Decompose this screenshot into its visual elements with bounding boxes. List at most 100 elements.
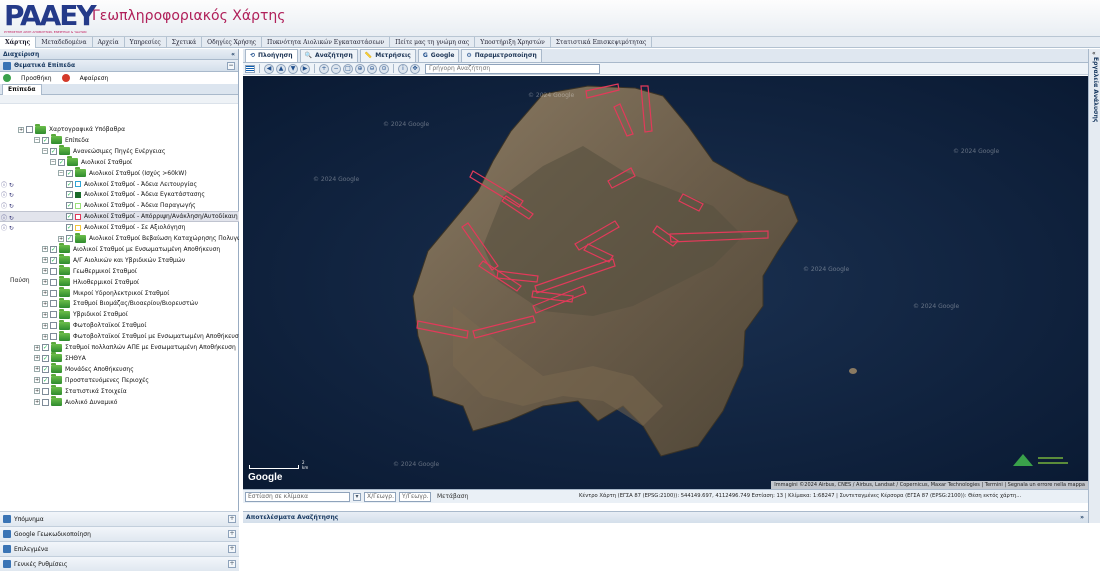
layer-checkbox[interactable] (50, 278, 57, 286)
layer-row[interactable]: ⓘ ↻ ✓ Αιολικοί Σταθμοί - Απόρριψη/Ανάκληση… (0, 211, 239, 223)
zoom-out-icon[interactable]: − (331, 63, 341, 74)
menu-item-4[interactable]: Σχετικά (167, 36, 203, 48)
zoom-box-icon[interactable]: □ (343, 63, 353, 74)
layer-checkbox[interactable]: ✓ (66, 169, 73, 177)
add-layer-button[interactable]: Προσθήκη (21, 75, 52, 82)
map-tab-2[interactable]: 📏 Μετρήσεις (359, 49, 416, 62)
layer-checkbox[interactable]: ✓ (50, 256, 57, 264)
layer-checkbox[interactable]: ✓ (50, 147, 57, 155)
layer-row[interactable]: ⓘ ↻ ✓ Αιολικοί Σταθμοί - Άδεια Λειτουργίας (0, 179, 239, 190)
layer-checkbox[interactable]: ✓ (42, 354, 49, 362)
accordion-item[interactable]: Υπόμνημα + (0, 511, 239, 526)
menu-item-0[interactable]: Χάρτης (0, 36, 37, 48)
expand-toggle-icon[interactable]: + (42, 300, 48, 307)
layer-info-icon[interactable]: ⓘ ↻ (1, 213, 14, 222)
layer-checkbox[interactable] (42, 387, 49, 395)
forward-icon[interactable]: ▶ (300, 63, 310, 74)
layer-row[interactable]: + Αιολικό Δυναμικό (0, 396, 239, 408)
layer-checkbox[interactable] (50, 300, 57, 308)
accordion-item[interactable]: Google Γεωκωδικοποίηση + (0, 526, 239, 541)
remove-layer-button[interactable]: Αφαίρεση (80, 75, 109, 82)
expand-toggle-icon[interactable]: + (42, 322, 48, 329)
expand-results-button[interactable]: » (1080, 514, 1084, 521)
menu-item-7[interactable]: Πείτε μας τη γνώμη σας (390, 36, 476, 48)
expand-toggle-icon[interactable]: − (50, 159, 56, 166)
layer-row[interactable]: ⓘ ↻ ✓ Αιολικοί Σταθμοί - Άδεια Παραγωγής (0, 200, 239, 211)
layer-row[interactable]: ⓘ ↻ ✓ Αιολικοί Σταθμοί - Άδεια Εγκατάσταση… (0, 189, 239, 200)
accordion-item[interactable]: Γενικές Ρυθμίσεις + (0, 556, 239, 571)
tab-layers[interactable]: Επίπεδα (2, 83, 42, 95)
layer-checkbox[interactable]: ✓ (42, 376, 49, 384)
expand-toggle-icon[interactable]: + (42, 257, 48, 264)
expand-toggle-icon[interactable]: + (42, 311, 48, 318)
up-icon[interactable]: ▲ (276, 63, 286, 74)
menu-item-5[interactable]: Οδηγίες Χρήσης (202, 36, 263, 48)
expand-toggle-icon[interactable]: + (34, 377, 40, 384)
layer-checkbox[interactable]: ✓ (66, 202, 73, 210)
info-icon[interactable]: i (398, 63, 408, 74)
expand-toggle-icon[interactable]: − (58, 170, 64, 177)
expand-toggle-icon[interactable]: + (42, 246, 48, 253)
layer-row[interactable]: ⓘ ↻ ✓ Αιολικοί Σταθμοί - Σε Αξιολόγηση (0, 222, 239, 233)
down-icon[interactable]: ▼ (288, 63, 298, 74)
zoom-scale-select[interactable]: Εστίαση σε κλίμακα (245, 491, 350, 502)
expand-toggle-icon[interactable]: + (34, 355, 40, 362)
expand-right-button[interactable]: « (1092, 50, 1096, 57)
expand-toggle-icon[interactable]: + (58, 235, 64, 242)
accordion-expand-button[interactable]: + (228, 545, 236, 553)
menu-item-3[interactable]: Υπηρεσίες (125, 36, 167, 48)
map-tab-0[interactable]: ⟲ Πλοήγηση (245, 49, 298, 62)
zoom-next-icon[interactable]: ⊙ (379, 63, 389, 74)
layer-row[interactable]: + ✓ Μονάδες Αποθήκευσης (0, 363, 239, 375)
map-tab-3[interactable]: G Google (417, 49, 460, 62)
zoom-extent-icon[interactable]: ⊕ (355, 63, 365, 74)
layer-checkbox[interactable]: ✓ (42, 136, 49, 144)
layer-row[interactable]: − ✓ Αιολικοί Σταθμοί (Ισχύς >60kW) (0, 167, 239, 179)
analysis-tools-panel[interactable]: « Εργαλεία Ανάλυσης (1088, 49, 1100, 523)
layer-checkbox[interactable] (50, 267, 57, 275)
menu-item-2[interactable]: Αρχεία (93, 36, 125, 48)
accordion-item[interactable]: Επιλεγμένα + (0, 541, 239, 556)
expand-toggle-icon[interactable]: + (42, 268, 48, 275)
menu-item-8[interactable]: Υποστήριξη Χρηστών (475, 36, 551, 48)
layer-row[interactable]: + Υβριδικοί Σταθμοί (0, 308, 239, 320)
layer-row[interactable]: + Στατιστικά Στοιχεία (0, 385, 239, 397)
quick-search-input[interactable] (425, 63, 600, 74)
zoom-previous-icon[interactable]: ⊖ (367, 63, 377, 74)
raaey-logo[interactable]: PAAEY ΡΥΘΜΙΣΤΙΚΗ ΑΡΧΗ ΑΠΟΒΛΗΤΩΝ, ΕΝΕΡΓΕΙ… (4, 2, 97, 35)
layer-checkbox[interactable]: ✓ (66, 224, 73, 232)
layer-row[interactable]: + Ηλιοθερμικοί Σταθμοί (0, 276, 239, 288)
collapse-left-button[interactable]: « (231, 51, 235, 58)
expand-toggle-icon[interactable]: + (34, 388, 40, 395)
layer-row[interactable]: + ✓ Προστατευόμενες Περιοχές (0, 374, 239, 386)
expand-toggle-icon[interactable]: + (34, 344, 40, 351)
layer-row[interactable]: + ✓ ΣΗΘΥΑ (0, 352, 239, 364)
x-coordinate-field[interactable]: Χ/Γεωγρ. (364, 491, 396, 502)
map-attribution[interactable]: Immagini ©2024 Airbus, CNES / Airbus, La… (771, 481, 1088, 489)
expand-toggle-icon[interactable]: + (42, 290, 48, 296)
layer-row[interactable]: + ✓ Σταθμοί πολλαπλών ΑΠΕ με Ενσωματωμένη … (0, 341, 239, 353)
layer-checkbox[interactable]: ✓ (50, 245, 57, 253)
layer-checkbox[interactable] (50, 289, 57, 297)
menu-item-9[interactable]: Στατιστικά Επισκεψιμότητας (551, 36, 653, 48)
accordion-expand-button[interactable]: + (228, 515, 236, 523)
layer-row[interactable]: + Φωτοβολταϊκοί Σταθμοί (0, 319, 239, 331)
layer-row[interactable]: + Γεωθερμικοί Σταθμοί (0, 265, 239, 277)
layer-row[interactable]: + ✓ Α/Γ Αιολικών και Υβριδικών Σταθμών (0, 254, 239, 266)
layer-checkbox[interactable] (26, 126, 33, 133)
layer-checkbox[interactable] (50, 333, 57, 341)
layer-row[interactable]: + Σταθμοί Βιομάζας/Βιοαερίου/Βιορευστών (0, 297, 239, 309)
layer-checkbox[interactable]: ✓ (58, 158, 65, 166)
layer-info-icon[interactable]: ⓘ ↻ (1, 223, 14, 232)
layer-info-icon[interactable]: ⓘ ↻ (1, 201, 14, 210)
layer-row[interactable]: + Χαρτογραφικά Υπόβαθρα (0, 123, 239, 135)
greek-flag-icon[interactable] (245, 64, 255, 73)
layer-row[interactable]: + Φωτοβολταϊκοί Σταθμοί με Ενσωματωμένη Α… (0, 330, 239, 342)
y-coordinate-field[interactable]: Υ/Γεωγρ. (399, 491, 431, 502)
expand-toggle-icon[interactable]: − (34, 137, 40, 144)
menu-item-1[interactable]: Μεταδεδομένα (36, 36, 93, 48)
layer-checkbox[interactable]: ✓ (42, 365, 49, 373)
go-button[interactable]: Μετάβαση (434, 493, 471, 500)
zoom-in-icon[interactable]: + (319, 63, 329, 74)
map-view[interactable]: © 2024 Google © 2024 Google © 2024 Googl… (243, 76, 1088, 489)
